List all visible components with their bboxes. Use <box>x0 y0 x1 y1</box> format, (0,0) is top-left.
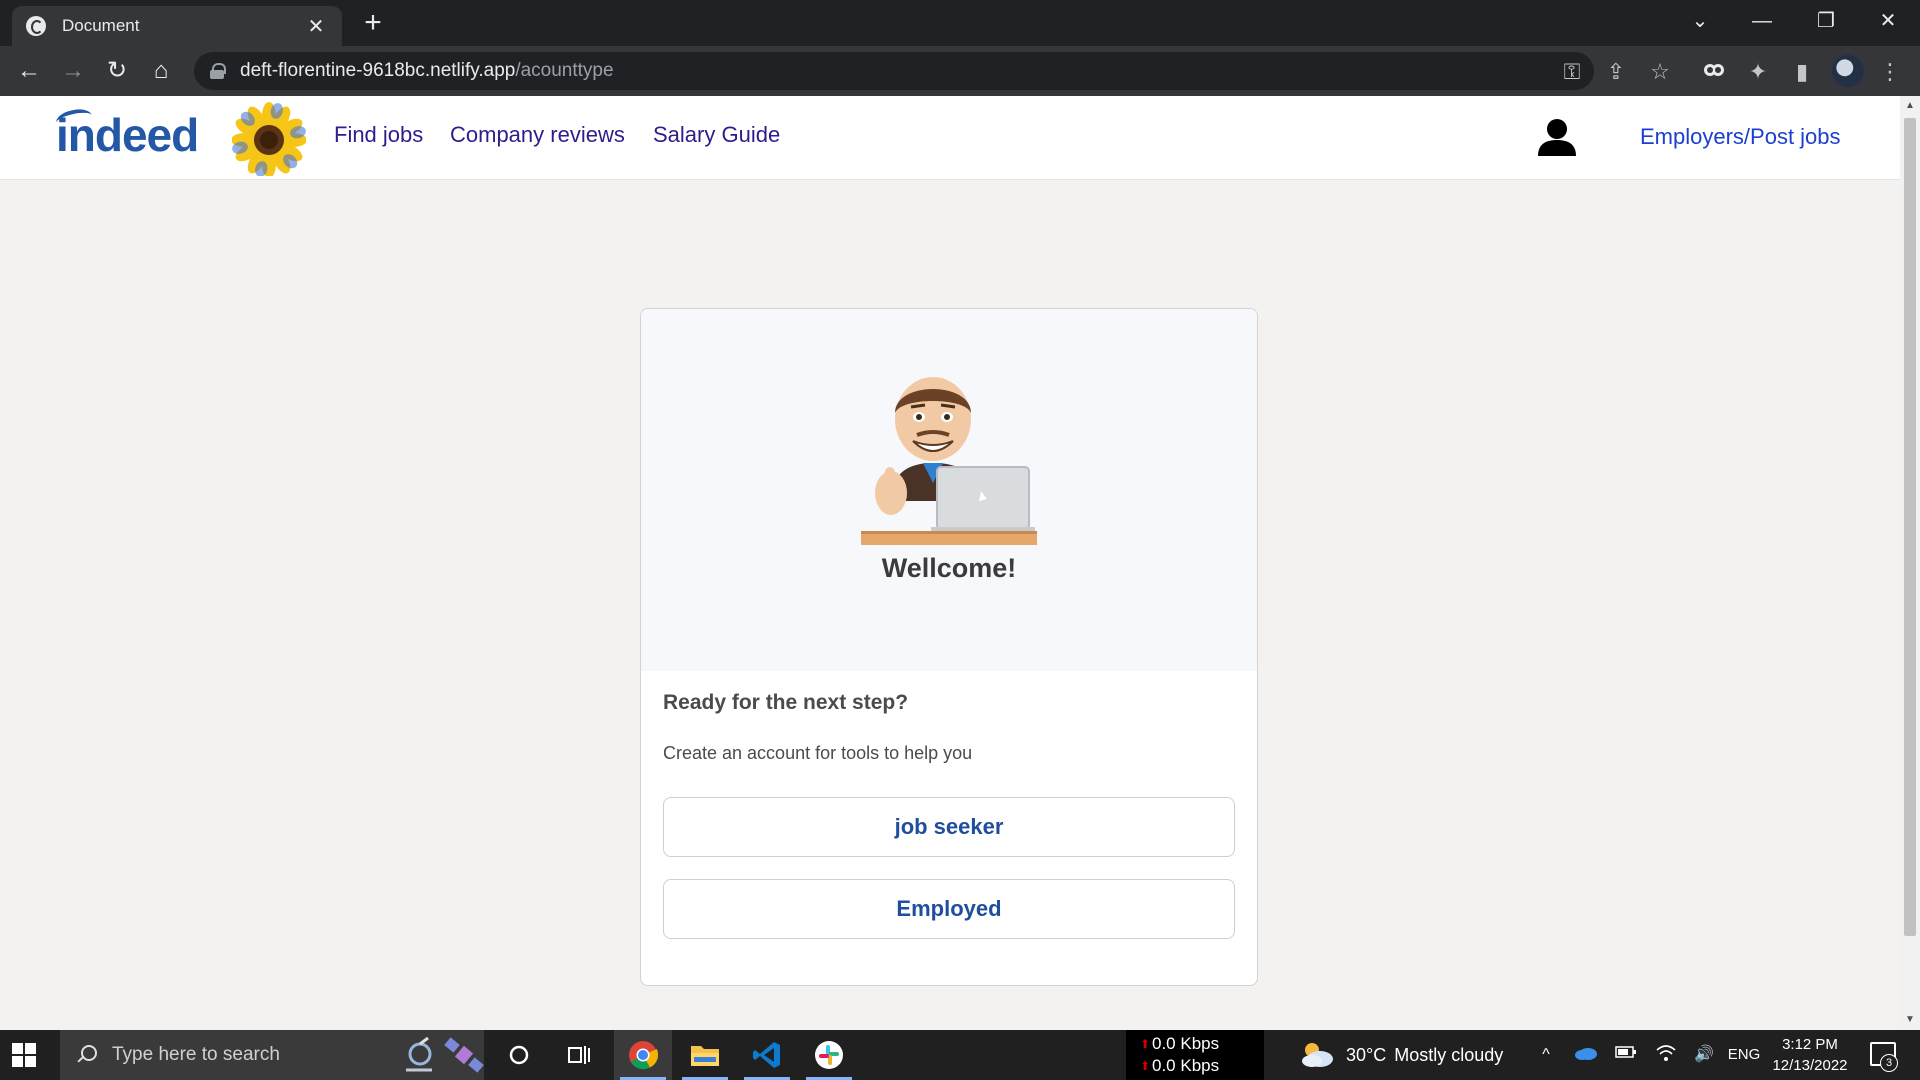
net-up: 0.0 Kbps <box>1152 1056 1220 1075</box>
user-icon[interactable] <box>1536 118 1578 156</box>
weather-widget[interactable]: 30°C Mostly cloudy <box>1300 1030 1503 1080</box>
share-icon[interactable]: ⇪ <box>1602 58 1630 86</box>
indeed-logo[interactable]: indeed <box>56 108 199 162</box>
new-tab-button[interactable]: + <box>358 8 388 38</box>
site-header: indeed Find jobs Company reviews Salary … <box>0 96 1900 180</box>
sidepanel-icon[interactable]: ▮ <box>1788 58 1816 86</box>
back-button[interactable]: ← <box>14 56 44 86</box>
show-hidden-icons[interactable]: ^ <box>1534 1044 1558 1066</box>
nav-salary-guide[interactable]: Salary Guide <box>653 122 780 148</box>
page-viewport: indeed Find jobs Company reviews Salary … <box>0 96 1900 1030</box>
tab-search-button[interactable]: ⌄ <box>1680 6 1720 36</box>
restore-button[interactable]: ❐ <box>1806 6 1846 36</box>
next-step-heading: Ready for the next step? <box>663 691 909 714</box>
job-seeker-button[interactable]: job seeker <box>663 797 1235 857</box>
network-speed-widget: ⬆ 0.0 Kbps ⬆ 0.0 Kbps <box>1126 1030 1264 1080</box>
url-host: deft-florentine-9618bc.netlify.app <box>240 60 516 81</box>
card-hero-area: Wellcome! <box>641 309 1257 671</box>
extension-icon[interactable] <box>1700 58 1728 86</box>
satellite-icon <box>444 1037 484 1073</box>
welcome-illustration <box>861 377 1037 545</box>
forward-button[interactable]: → <box>58 56 88 86</box>
cortana-icon[interactable] <box>490 1030 548 1080</box>
url-path: /acounttype <box>515 60 614 81</box>
slack-icon[interactable] <box>800 1030 858 1080</box>
employed-button[interactable]: Employed <box>663 879 1235 939</box>
scroll-down-arrow[interactable]: ▼ <box>1900 1012 1920 1028</box>
vscode-icon[interactable] <box>738 1030 796 1080</box>
reload-button[interactable]: ↻ <box>102 56 132 86</box>
taskbar-clock[interactable]: 3:12 PM 12/13/2022 <box>1764 1034 1856 1076</box>
clock-time: 3:12 PM <box>1782 1036 1838 1053</box>
weather-desc: Mostly cloudy <box>1394 1044 1504 1065</box>
search-icon <box>76 1045 97 1065</box>
notification-count: 3 <box>1880 1054 1898 1072</box>
upload-arrow-icon: ⬆ <box>1140 1059 1151 1073</box>
language-indicator[interactable]: ENG <box>1724 1044 1764 1066</box>
cloud-icon <box>1302 1043 1333 1067</box>
close-window-button[interactable]: ✕ <box>1868 6 1908 36</box>
weather-temp: 30°C <box>1346 1044 1387 1065</box>
onedrive-icon[interactable] <box>1572 1044 1600 1066</box>
employers-post-jobs-link[interactable]: Employers/Post jobs <box>1640 124 1841 150</box>
create-account-text: Create an account for tools to help you <box>663 743 973 763</box>
nav-find-jobs[interactable]: Find jobs <box>334 122 423 148</box>
address-bar[interactable]: deft-florentine-9618bc.netlify.app/acoun… <box>194 52 1594 90</box>
file-explorer-icon[interactable] <box>676 1030 734 1080</box>
globe-icon <box>26 16 46 36</box>
wifi-icon[interactable] <box>1652 1044 1680 1066</box>
browser-toolbar: ← → ↻ ⌂ deft-florentine-9618bc.netlify.a… <box>0 46 1920 96</box>
speaker-icon[interactable]: 🔊 <box>1690 1044 1718 1066</box>
browser-tab[interactable]: Document ✕ <box>12 6 342 46</box>
sunflower-icon <box>232 102 306 176</box>
puzzle-icon[interactable]: ✦ <box>1744 58 1772 86</box>
home-button[interactable]: ⌂ <box>146 56 176 86</box>
account-type-card: Wellcome! Ready for the next step? Creat… <box>640 308 1258 986</box>
scroll-up-arrow[interactable]: ▲ <box>1900 98 1920 114</box>
kebab-menu-icon[interactable]: ⋮ <box>1876 58 1904 86</box>
minimize-button[interactable]: — <box>1742 6 1782 36</box>
profile-avatar[interactable] <box>1832 55 1864 87</box>
download-arrow-icon: ⬆ <box>1140 1037 1151 1051</box>
windows-taskbar: Type here to search ⬆ 0.0 Kbps ⬆ 0.0 Kbp… <box>0 1030 1920 1080</box>
clock-date: 12/13/2022 <box>1772 1057 1848 1074</box>
task-view-icon[interactable] <box>550 1030 608 1080</box>
tab-close-button[interactable]: ✕ <box>304 14 328 39</box>
star-icon[interactable]: ☆ <box>1646 58 1674 86</box>
nav-company-reviews[interactable]: Company reviews <box>450 122 625 148</box>
battery-icon[interactable] <box>1612 1044 1640 1066</box>
welcome-heading: Wellcome! <box>881 553 1017 583</box>
net-down: 0.0 Kbps <box>1152 1034 1220 1053</box>
chrome-icon[interactable] <box>614 1030 672 1080</box>
tab-title: Document <box>62 16 140 35</box>
page-scrollbar[interactable]: ▲ ▼ <box>1900 96 1920 1030</box>
taskbar-search[interactable]: Type here to search <box>60 1030 484 1080</box>
browser-tab-bar: Document ✕ + ⌄ — ❐ ✕ <box>0 0 1920 46</box>
windows-start-icon[interactable] <box>12 1043 36 1067</box>
scroll-thumb[interactable] <box>1904 118 1916 936</box>
key-icon[interactable]: ⚿ <box>1558 58 1586 86</box>
lock-icon[interactable] <box>210 63 226 79</box>
search-placeholder: Type here to search <box>112 1044 280 1065</box>
microscope-icon <box>406 1036 432 1072</box>
